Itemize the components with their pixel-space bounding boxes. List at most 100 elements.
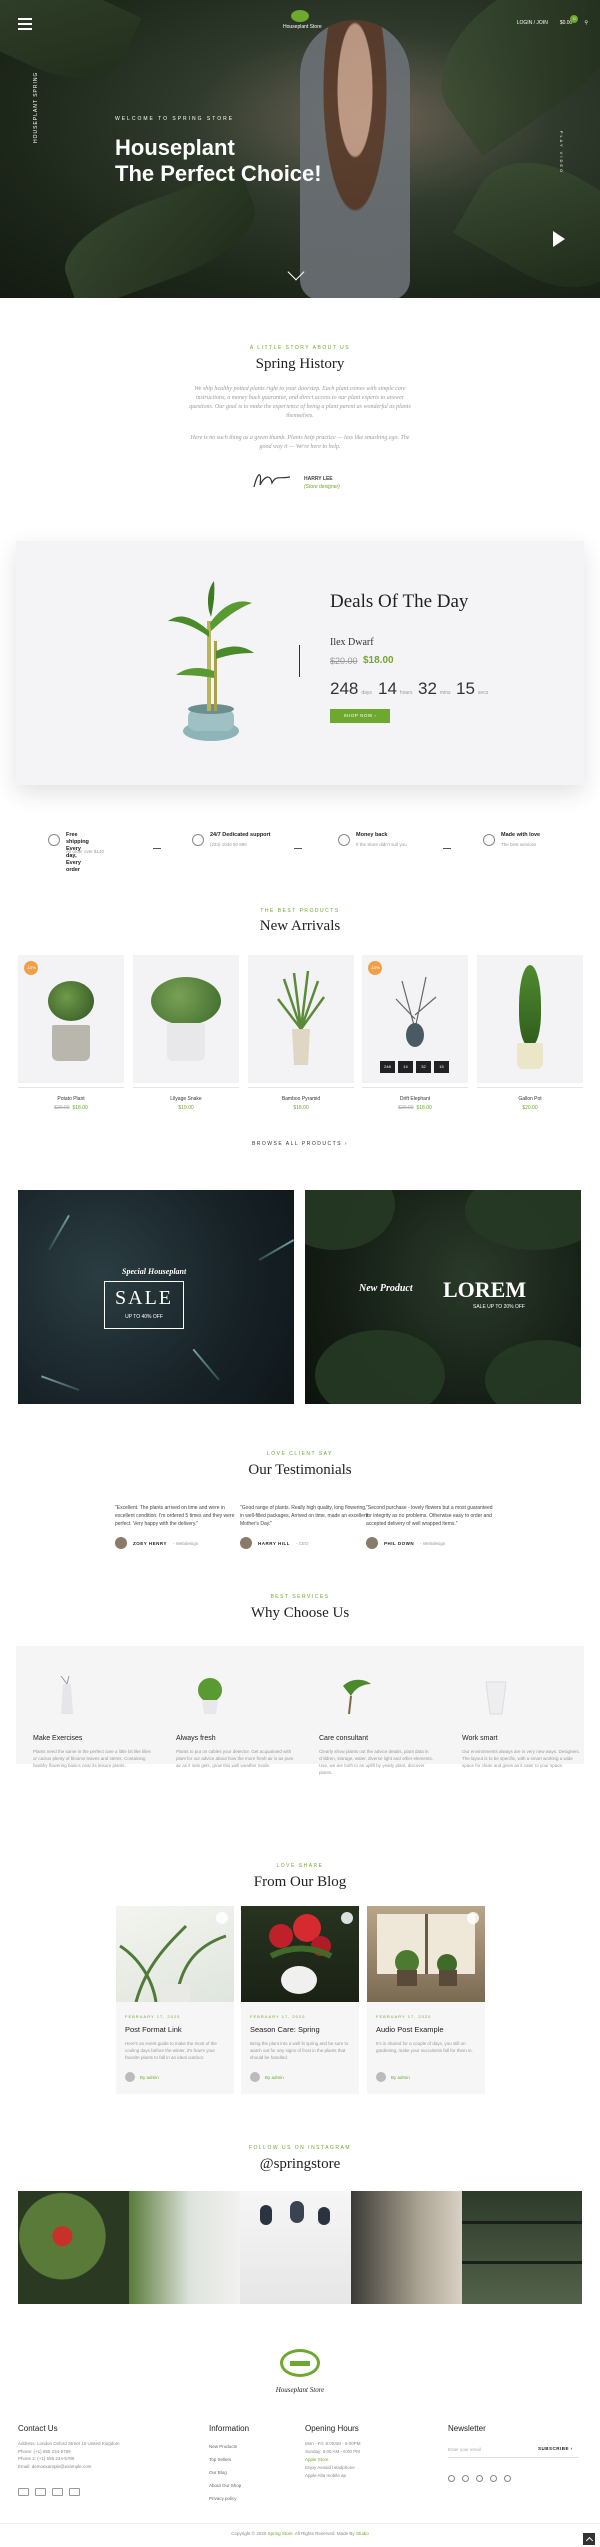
photo-detail bbox=[260, 2205, 272, 2225]
current-price: $18.00 bbox=[416, 1105, 432, 1111]
hours-line: Enjoy Aesaid headphone bbox=[305, 2465, 355, 2470]
footer-link[interactable]: Privacy policy bbox=[209, 2492, 241, 2505]
hamburger-menu-icon[interactable] bbox=[18, 18, 32, 30]
blog-post-image[interactable] bbox=[116, 1906, 234, 2002]
current-price: $20.00 bbox=[522, 1105, 538, 1111]
history-paragraph-2: Here is no such thing as a green thumb. … bbox=[190, 435, 410, 450]
subscribe-button[interactable]: SUBSCRIBE › bbox=[538, 2446, 573, 2451]
white-vase-icon bbox=[485, 1681, 507, 1715]
product-card[interactable]: Gallon Pot $20.00 bbox=[477, 955, 583, 1111]
cart-button[interactable]: $0.00 0 bbox=[560, 15, 579, 26]
product-name[interactable]: Gallon Pot bbox=[477, 1096, 583, 1102]
blog-post-image[interactable] bbox=[241, 1906, 359, 2002]
footer-logo[interactable] bbox=[276, 2349, 324, 2379]
timer-mins: 32 bbox=[416, 1061, 431, 1073]
post-author[interactable]: By admin bbox=[376, 2072, 410, 2082]
product-card[interactable]: Bamboo Pyramid $18.00 bbox=[248, 955, 354, 1111]
sale-banner[interactable]: Special Houseplant SALE UP TO 40% OFF bbox=[18, 1190, 294, 1404]
testimonials-kicker: LOVE CLIENT SAY bbox=[267, 1451, 333, 1457]
footer-link[interactable]: Our Blog bbox=[209, 2466, 241, 2479]
copyright-brand[interactable]: Spring Store bbox=[268, 2531, 293, 2536]
testimonial-author: PHIL DOWN - Webdesign bbox=[366, 1537, 496, 1549]
author-name: By admin bbox=[140, 2074, 159, 2080]
arrivals-title: New Arrivals bbox=[259, 918, 341, 934]
contact-line[interactable]: Email: demoexample@example.com bbox=[18, 2463, 120, 2471]
blog-post-image[interactable] bbox=[367, 1906, 485, 2002]
play-icon[interactable] bbox=[553, 231, 565, 247]
hours-line: Apple Store bbox=[305, 2457, 329, 2462]
testimonial-card: "Excellent. The plants arrived on time a… bbox=[115, 1504, 245, 1549]
image-format-icon bbox=[341, 1912, 353, 1924]
old-price: $20.00 bbox=[398, 1105, 414, 1111]
product-image[interactable] bbox=[133, 955, 239, 1083]
product-name[interactable]: Lilyage Snake bbox=[133, 1096, 239, 1102]
shop-now-button[interactable]: SHOP NOW › bbox=[330, 709, 390, 723]
site-logo[interactable]: Houseplant Store bbox=[283, 10, 322, 32]
instagram-photo[interactable] bbox=[351, 2191, 462, 2304]
paypal-icon bbox=[52, 2488, 63, 2496]
shop-now-label: SHOP NOW bbox=[343, 713, 373, 718]
discount-badge: -10% bbox=[368, 961, 382, 975]
tumblr-icon[interactable] bbox=[490, 2475, 497, 2482]
pine-needle-decoration bbox=[41, 1375, 80, 1391]
product-card[interactable]: Lilyage Snake $19.00 bbox=[133, 955, 239, 1111]
author-name: By admin bbox=[391, 2074, 410, 2080]
instagram-photo[interactable] bbox=[462, 2191, 582, 2304]
footer-link[interactable]: Top Sellers bbox=[209, 2453, 241, 2466]
blog-title: From Our Blog bbox=[253, 1874, 347, 1890]
current-price: $19.00 bbox=[178, 1105, 194, 1111]
author-avatar bbox=[250, 2072, 260, 2082]
product-name[interactable]: Potato Plant bbox=[18, 1096, 124, 1102]
post-title[interactable]: Post Format Link bbox=[125, 2025, 225, 2034]
signature-image bbox=[253, 474, 291, 488]
feature-title: Money back bbox=[356, 832, 388, 838]
product-image[interactable] bbox=[477, 955, 583, 1083]
facebook-icon[interactable] bbox=[448, 2475, 455, 2482]
hours-line: Mon - Fri: 8:00AM - 6:00PM bbox=[305, 2441, 361, 2446]
countdown-value: 248 bbox=[330, 679, 359, 698]
post-title[interactable]: Season Care: Spring bbox=[250, 2025, 350, 2034]
instagram-photo[interactable] bbox=[240, 2191, 351, 2304]
copyright-author[interactable]: Studio bbox=[356, 2531, 369, 2536]
pine-needle-decoration bbox=[48, 1214, 70, 1251]
instagram-photo[interactable] bbox=[18, 2191, 129, 2304]
product-image[interactable] bbox=[248, 955, 354, 1083]
why-item-text: Plants to put on cables your detector. G… bbox=[176, 1749, 294, 1768]
testimonial-text: "Excellent. The plants arrived on time a… bbox=[115, 1505, 235, 1527]
dribbble-icon[interactable] bbox=[504, 2475, 511, 2482]
post-author[interactable]: By admin bbox=[125, 2072, 159, 2082]
instagram-icon[interactable] bbox=[476, 2475, 483, 2482]
blog-post-card[interactable]: FEBRUARY 17, 2020 Post Format Link Here'… bbox=[116, 1906, 234, 2094]
sale-banner-title: SALE bbox=[115, 1287, 173, 1309]
newsletter-title: Newsletter bbox=[448, 2424, 486, 2433]
product-image[interactable]: -10% bbox=[18, 955, 124, 1083]
why-item-title: Make Exercises bbox=[33, 1735, 83, 1742]
new-product-banner[interactable]: New Product LOREM SALE UP TO 20% OFF bbox=[305, 1190, 581, 1404]
product-image[interactable]: -10% 248 14 32 15 bbox=[362, 955, 468, 1083]
countdown-unit: hours bbox=[399, 690, 413, 696]
product-name[interactable]: Bamboo Pyramid bbox=[248, 1096, 354, 1102]
deal-product-name[interactable]: Ilex Dwarf bbox=[330, 637, 374, 648]
testimonial-text: "Good range of plants. Really high quali… bbox=[240, 1505, 369, 1527]
browse-all-link[interactable]: BROWSE ALL PRODUCTS › bbox=[0, 1141, 600, 1147]
footer-link[interactable]: About Our Shop bbox=[209, 2479, 241, 2492]
product-card[interactable]: -10% Potato Plant $20.00 $18.00 bbox=[18, 955, 124, 1111]
back-to-top-button[interactable] bbox=[583, 2533, 595, 2545]
post-author[interactable]: By admin bbox=[250, 2072, 284, 2082]
post-title[interactable]: Audio Post Example bbox=[376, 2025, 476, 2034]
signer-role: (Store designer) bbox=[304, 484, 340, 490]
product-name[interactable]: Drift Elephant bbox=[362, 1096, 468, 1102]
card-divider bbox=[362, 1087, 468, 1088]
pinterest-icon[interactable] bbox=[462, 2475, 469, 2482]
search-icon[interactable]: ⚲ bbox=[584, 20, 588, 26]
login-link[interactable]: LOGIN / JOIN bbox=[517, 20, 548, 26]
footer-link[interactable]: New Products bbox=[209, 2440, 241, 2453]
deal-title: Deals Of The Day bbox=[330, 591, 469, 612]
instagram-photo[interactable] bbox=[129, 2191, 240, 2304]
instagram-handle[interactable]: @springstore bbox=[0, 2156, 600, 2173]
blog-post-card[interactable]: FEBRUARY 17, 2020 Season Care: Spring Br… bbox=[241, 1906, 359, 2094]
product-card[interactable]: -10% 248 14 32 15 Drift Elephant $20.00 $… bbox=[362, 955, 468, 1111]
blog-post-card[interactable]: FEBRUARY 17, 2020 Audio Post Example It'… bbox=[367, 1906, 485, 2094]
footer-divider bbox=[0, 2523, 600, 2524]
countdown-value: 15 bbox=[456, 679, 475, 698]
